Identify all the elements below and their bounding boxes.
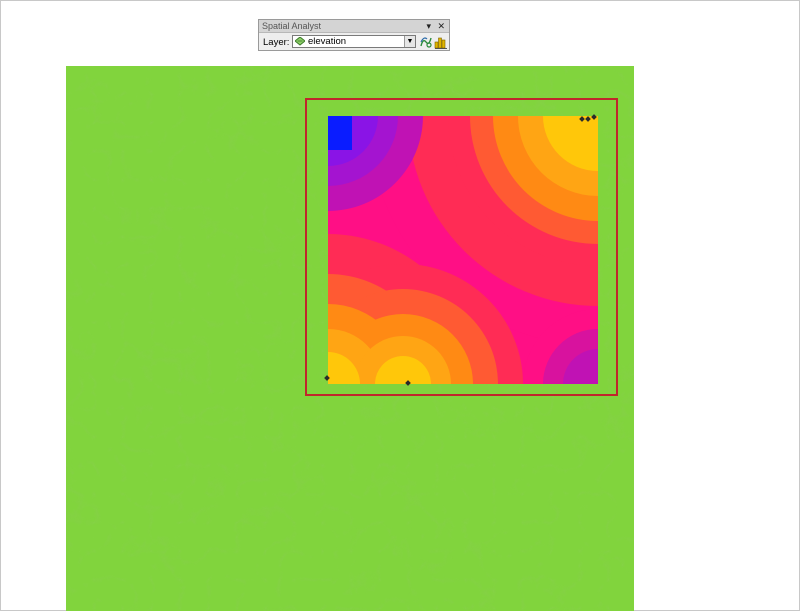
toolbar-title-bar[interactable]: Spatial Analyst ▾ ✕: [259, 20, 449, 33]
layer-value: elevation: [308, 36, 347, 47]
contour-icon[interactable]: [419, 35, 433, 49]
histogram-icon[interactable]: [434, 35, 448, 49]
distance-bands: [328, 116, 598, 384]
toolbar-title: Spatial Analyst: [262, 21, 322, 31]
spatial-analyst-toolbar[interactable]: Spatial Analyst ▾ ✕ Layer: elevation ▼: [258, 19, 450, 51]
toolbar-window-controls[interactable]: ▾ ✕: [426, 20, 447, 32]
raster-layer-icon: [295, 37, 305, 46]
chevron-down-icon[interactable]: ▼: [404, 36, 415, 47]
layer-label: Layer:: [263, 37, 290, 48]
layer-dropdown[interactable]: elevation ▼: [292, 35, 416, 48]
distance-raster-overlay: [328, 116, 598, 384]
